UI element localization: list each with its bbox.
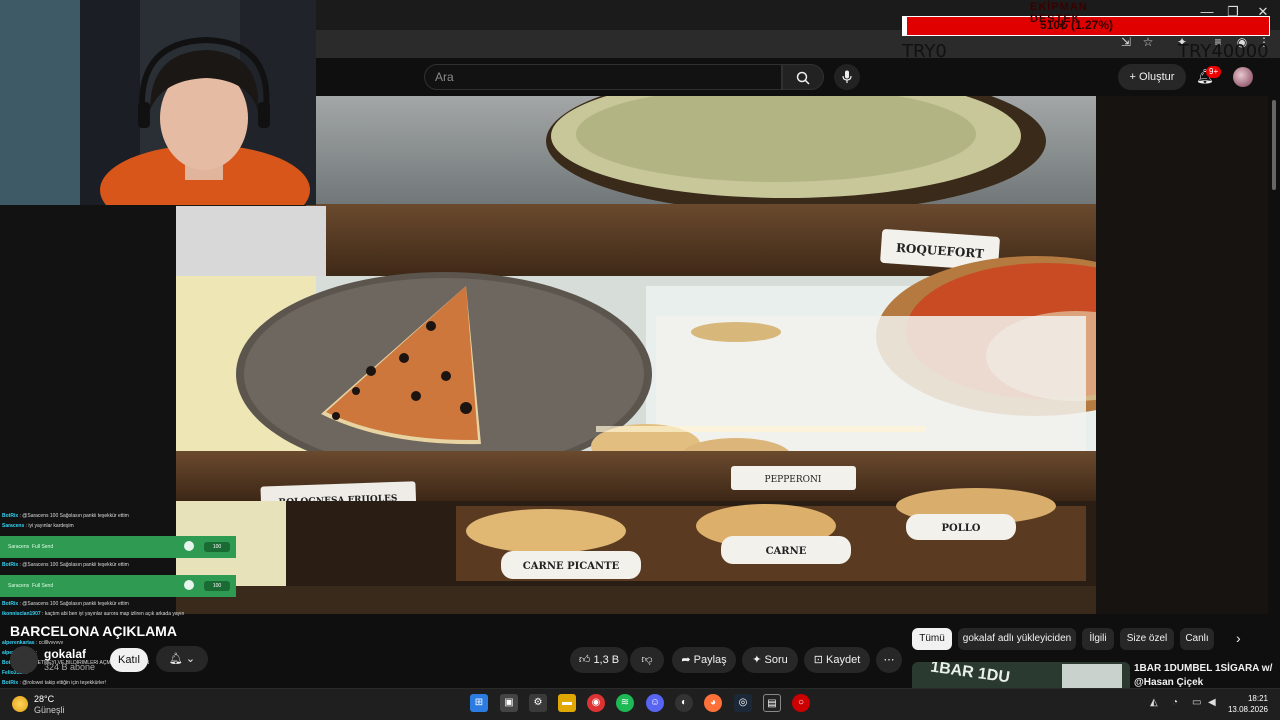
dislike-button[interactable]: 👎︎ [630, 647, 664, 673]
chat-message: BotRix : @Saracens 100 Sağolasın pankii … [2, 513, 129, 519]
chip-all[interactable]: Tümü [912, 628, 952, 650]
share-icon: ➦ [681, 654, 691, 666]
windows-start-icon[interactable]: ⊞ [470, 694, 488, 712]
sign-pollo: POLLO [941, 523, 980, 534]
alert-avatar-icon [184, 580, 194, 590]
clock-date[interactable]: 13.08.2026 [1220, 705, 1268, 714]
spotify-icon[interactable]: ≋ [616, 694, 634, 712]
volume-icon[interactable]: ◀ [1208, 697, 1216, 708]
chip-for-you[interactable]: Size özel [1120, 628, 1174, 650]
thumbs-down-icon: 👎︎ [641, 654, 653, 666]
like-button[interactable]: 👍︎ 1,3 B [570, 647, 628, 673]
more-horizontal-icon: ⋯ [883, 654, 895, 666]
sign-carne: CARNE [766, 546, 807, 557]
bell-icon: 🔔︎ [168, 653, 183, 665]
chat-alert: Saracens Full Send 100 [0, 536, 236, 558]
discord-icon[interactable]: ☺ [646, 694, 664, 712]
sign-pepperoni: PEPPERONI [765, 475, 822, 485]
bookmark-star-icon[interactable]: ☆ [1140, 35, 1156, 51]
recommendation-thumbnail[interactable]: 1BAR 1DU [912, 662, 1130, 688]
alert-avatar-icon [184, 541, 194, 551]
chip-related[interactable]: İlgili [1082, 628, 1114, 650]
location-icon[interactable]: ◭ [1150, 697, 1158, 708]
account-avatar[interactable] [1233, 67, 1253, 87]
scrollbar-thumb[interactable] [1272, 100, 1276, 190]
streamer-webcam [0, 0, 316, 205]
video-title: BARCELONA AÇIKLAMA [10, 623, 177, 639]
webcam-overlay [0, 0, 316, 205]
search-icon [796, 71, 810, 85]
weather-description[interactable]: Güneşli [34, 705, 65, 715]
search-button[interactable] [782, 64, 824, 90]
file-explorer-icon[interactable]: ▬ [558, 694, 576, 712]
more-actions-button[interactable]: ⋯ [876, 647, 902, 673]
search-input[interactable]: Ara [424, 64, 782, 90]
chat-message: ikonnisclan1907 : kaçtım abi ben iyi yay… [2, 611, 185, 617]
firefox-icon[interactable]: ◕ [704, 694, 722, 712]
sign-carne-picante: CARNE PICANTE [523, 561, 620, 572]
settings-gear-icon[interactable]: ⚙ [529, 694, 547, 712]
share-button[interactable]: ➦ Paylaş [672, 647, 736, 673]
weather-sun-icon[interactable] [12, 696, 28, 712]
install-app-icon[interactable]: ⇲ [1118, 35, 1134, 51]
save-button[interactable]: ⊡ Kaydet [804, 647, 870, 673]
chat-message: BotRix : @Saracens 100 Sağolasın pankii … [2, 562, 129, 568]
donation-value: 510₺ (1.27%) [1040, 18, 1114, 32]
channel-name[interactable]: gokalaf [44, 647, 86, 661]
windows-taskbar [0, 688, 1280, 720]
chat-message: Saracens : iyi yayınlar kardeşim [2, 523, 74, 529]
obs-icon[interactable]: ▤ [763, 694, 781, 712]
chip-live[interactable]: Canlı [1180, 628, 1214, 650]
create-button[interactable]: + Oluştur [1118, 64, 1186, 90]
subscription-bell-button[interactable]: 🔔︎ ⌄ [156, 646, 208, 672]
recommendation-title[interactable]: 1BAR 1DUMBEL 1SİGARA w/ [1134, 663, 1272, 674]
donation-progress-fill [902, 16, 907, 36]
join-button[interactable]: Katıl [110, 648, 148, 672]
steam-icon[interactable]: ◎ [734, 694, 752, 712]
channel-avatar[interactable] [10, 646, 38, 674]
chip-from-uploader[interactable]: gokalaf adlı yükleyiciden [958, 628, 1076, 650]
sparkle-icon: ✦ [752, 654, 762, 666]
chat-message: BotRix : @Saracens 100 Sağolasın pankii … [2, 601, 129, 607]
chevron-down-icon: ⌄ [185, 653, 196, 665]
opera-icon[interactable]: ○ [792, 694, 810, 712]
recommendation-title-continued[interactable]: @Hasan Çiçek [1134, 677, 1203, 688]
voice-search-button[interactable] [834, 64, 860, 90]
ask-button[interactable]: ✦ Soru [742, 647, 798, 673]
video-side-dark [1096, 96, 1268, 614]
like-count: 1,3 B [593, 654, 620, 666]
bookmark-icon: ⊡ [813, 654, 823, 666]
monitor-icon[interactable]: ▭ [1192, 697, 1201, 708]
chevron-right-icon[interactable]: › [1236, 630, 1241, 646]
weather-temperature[interactable]: 28°C [34, 694, 54, 704]
task-view-icon[interactable]: ▣ [500, 694, 518, 712]
notifications-badge: 9+ [1206, 66, 1222, 78]
clock-time[interactable]: 18:21 [1228, 694, 1268, 703]
thumbs-up-icon: 👍︎ [578, 654, 591, 666]
wifi-icon[interactable]: ◔ [1172, 697, 1178, 708]
subscriber-count: 324 B abone [44, 662, 96, 672]
chrome-icon[interactable]: ◉ [587, 694, 605, 712]
chat-alert: Saracens Full Send 100 [0, 575, 236, 597]
microphone-icon [842, 70, 852, 83]
chat-message: BotRix : @rolowei takip ettiğin için teş… [2, 680, 107, 686]
github-icon[interactable]: ◐ [675, 694, 693, 712]
